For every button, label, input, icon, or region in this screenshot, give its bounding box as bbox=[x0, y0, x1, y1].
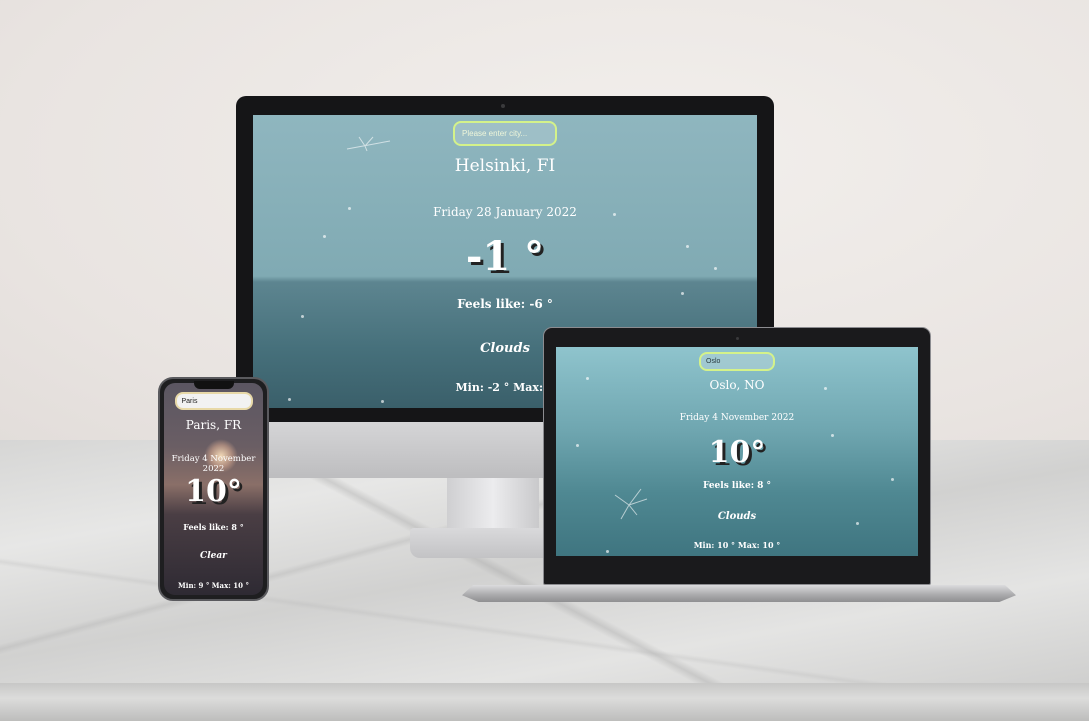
temperature: -1 ° bbox=[465, 233, 545, 280]
city-search-input[interactable]: Oslo bbox=[699, 352, 775, 371]
laptop-weather-app: Oslo Oslo, NO Friday 4 November 2022 10°… bbox=[556, 347, 918, 556]
min-max-temperature: Min: 9 ° Max: 10 ° bbox=[178, 581, 249, 590]
city-search-input[interactable]: Please enter city... bbox=[453, 121, 557, 146]
laptop-base bbox=[462, 585, 1016, 602]
phone-notch bbox=[194, 381, 234, 389]
min-max-temperature: Min: 10 ° Max: 10 ° bbox=[693, 540, 781, 550]
weather-description: Clouds bbox=[717, 511, 757, 522]
camera-icon bbox=[501, 104, 505, 108]
city-search-input[interactable]: Paris bbox=[174, 392, 253, 410]
feels-like: Feels like: 8 ° bbox=[702, 481, 772, 491]
current-date: Friday 4 November 2022 bbox=[679, 413, 795, 423]
marble-table-edge bbox=[0, 683, 1089, 721]
laptop-display: Oslo Oslo, NO Friday 4 November 2022 10°… bbox=[543, 327, 931, 585]
current-date: Friday 4 November 2022 bbox=[171, 454, 256, 474]
camera-icon bbox=[736, 337, 739, 340]
temperature: 10° bbox=[185, 474, 242, 509]
feels-like: Feels like: -6 ° bbox=[457, 297, 553, 311]
city-name: Helsinki, FI bbox=[454, 156, 556, 176]
dandelion-seed-icon bbox=[346, 136, 391, 152]
feels-like: Feels like: 8 ° bbox=[183, 522, 244, 532]
phone-weather-app: Paris Paris, FR Friday 4 November 2022 1… bbox=[164, 383, 263, 595]
city-name: Oslo, NO bbox=[709, 378, 765, 392]
city-name: Paris, FR bbox=[185, 418, 242, 432]
weather-description: Clear bbox=[200, 551, 227, 561]
phone-device: Paris Paris, FR Friday 4 November 2022 1… bbox=[158, 377, 269, 601]
current-date: Friday 28 January 2022 bbox=[433, 205, 577, 219]
temperature: 10° bbox=[708, 435, 766, 470]
